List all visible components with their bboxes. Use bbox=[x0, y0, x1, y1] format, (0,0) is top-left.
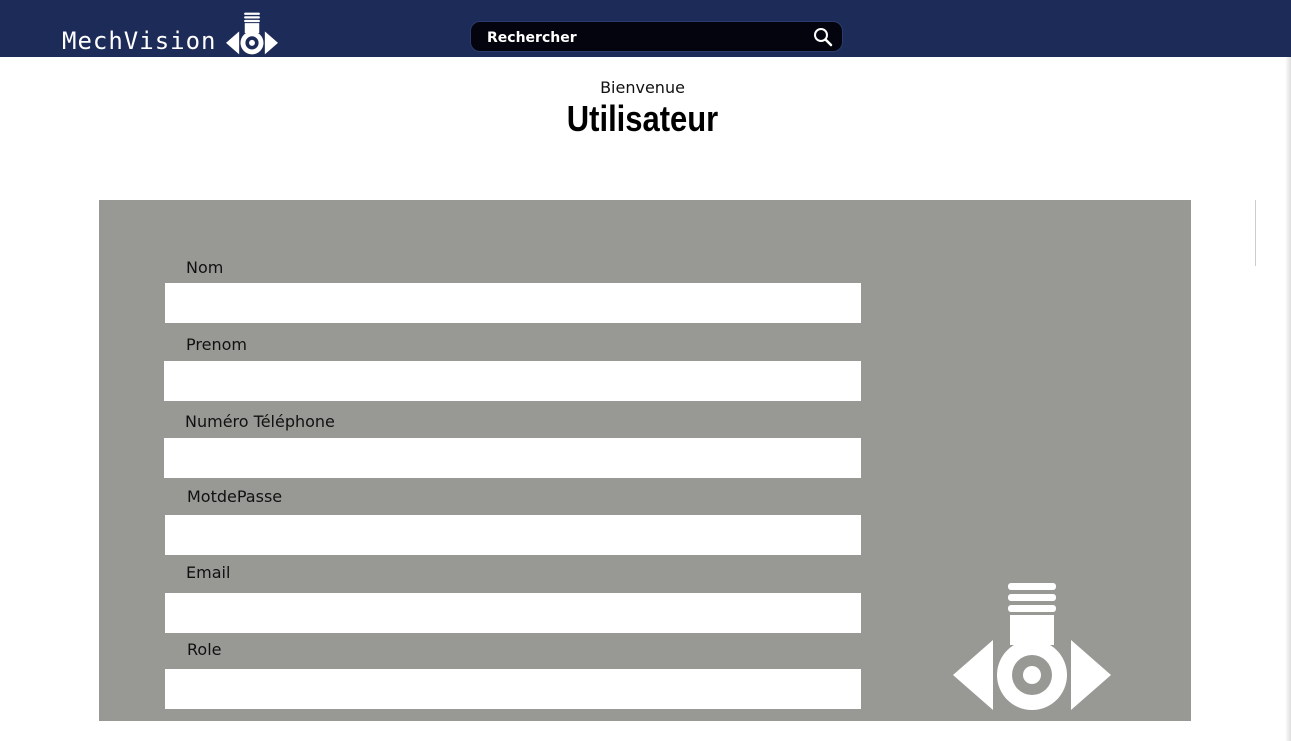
telephone-label: Numéro Téléphone bbox=[185, 412, 335, 431]
email-label: Email bbox=[186, 563, 231, 582]
telephone-input[interactable] bbox=[164, 438, 861, 478]
search-icon[interactable] bbox=[813, 27, 833, 47]
mechvision-logo-icon[interactable] bbox=[226, 10, 278, 56]
motdepasse-label: MotdePasse bbox=[187, 487, 283, 506]
brand-name[interactable]: MechVision bbox=[62, 27, 217, 55]
role-label: Role bbox=[187, 640, 222, 659]
search-bar bbox=[470, 21, 843, 52]
role-input[interactable] bbox=[165, 669, 861, 709]
nom-input[interactable] bbox=[165, 283, 861, 323]
motdepasse-input[interactable] bbox=[165, 515, 861, 555]
mechvision-logo-icon bbox=[953, 583, 1111, 710]
search-input[interactable] bbox=[485, 26, 809, 50]
welcome-text: Bienvenue bbox=[600, 78, 685, 97]
email-input[interactable] bbox=[165, 593, 861, 633]
nom-label: Nom bbox=[186, 258, 224, 277]
divider bbox=[1255, 200, 1256, 266]
top-navbar: MechVision bbox=[0, 0, 1291, 57]
prenom-label: Prenom bbox=[186, 335, 247, 354]
scroll-edge bbox=[1285, 57, 1291, 741]
page-title: Utilisateur bbox=[566, 98, 719, 139]
prenom-input[interactable] bbox=[164, 361, 861, 401]
